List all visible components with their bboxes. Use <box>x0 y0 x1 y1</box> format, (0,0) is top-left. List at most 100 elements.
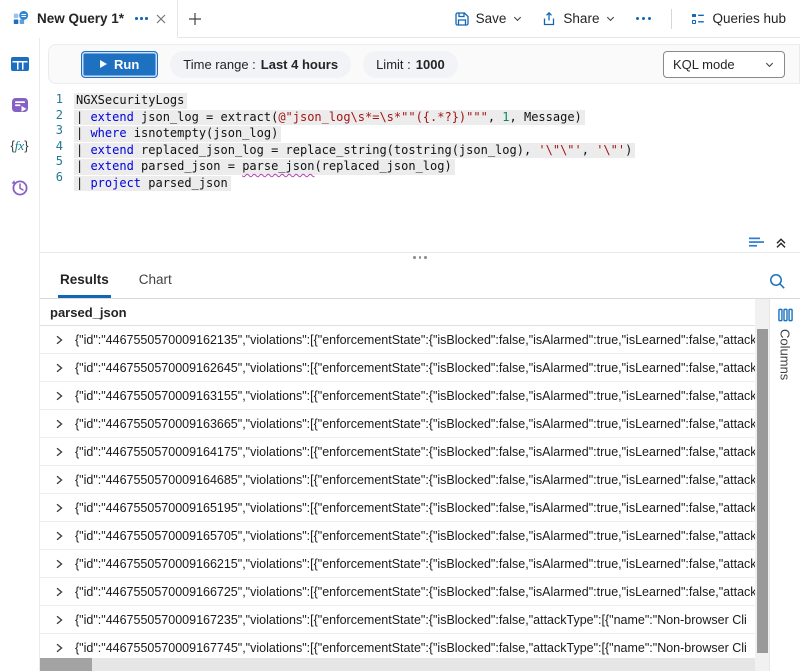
expand-row-icon[interactable] <box>54 587 64 597</box>
row-json-text: {"id":"4467550570009166215","violations"… <box>75 557 755 571</box>
tab-more-options-icon[interactable] <box>135 17 148 20</box>
code-line[interactable]: | where isnotempty(json_log) <box>74 125 800 142</box>
query-mode-select[interactable]: KQL mode <box>663 51 785 78</box>
table-row[interactable]: {"id":"4467550570009167745","violations"… <box>40 634 755 658</box>
limit-label: Limit : <box>376 57 411 72</box>
expand-row-icon[interactable] <box>54 615 64 625</box>
panel-resize-handle[interactable] <box>40 252 800 264</box>
run-button[interactable]: Run <box>81 51 158 78</box>
row-json-text: {"id":"4467550570009167235","violations"… <box>75 613 747 627</box>
time-range-value: Last 4 hours <box>261 57 338 72</box>
search-button[interactable] <box>754 264 800 298</box>
tab-results[interactable]: Results <box>58 264 111 298</box>
horizontal-scrollbar-thumb[interactable] <box>40 658 92 671</box>
table-row[interactable]: {"id":"4467550570009163665","violations"… <box>40 410 755 438</box>
table-row[interactable]: {"id":"4467550570009164175","violations"… <box>40 438 755 466</box>
vertical-scrollbar[interactable] <box>755 299 769 671</box>
table-row[interactable]: {"id":"4467550570009164685","violations"… <box>40 466 755 494</box>
code-line[interactable]: | extend parsed_json = parse_json(replac… <box>74 158 800 175</box>
share-icon <box>541 11 557 27</box>
tables-grid-icon[interactable] <box>8 52 32 76</box>
expand-row-icon[interactable] <box>54 447 64 457</box>
table-row[interactable]: {"id":"4467550570009165705","violations"… <box>40 522 755 550</box>
search-icon <box>768 272 786 290</box>
chevron-down-icon <box>764 59 775 70</box>
code-line[interactable]: | extend replaced_json_log = replace_str… <box>74 142 800 159</box>
expand-row-icon[interactable] <box>54 391 64 401</box>
limit-value: 1000 <box>416 57 445 72</box>
share-label: Share <box>563 11 599 26</box>
columns-side-panel: Columns <box>769 299 800 671</box>
query-mode-value: KQL mode <box>673 57 735 72</box>
expand-row-icon[interactable] <box>54 363 64 373</box>
row-json-text: {"id":"4467550570009166725","violations"… <box>75 585 755 599</box>
code-lines[interactable]: NGXSecurityLogs| extend json_log = extra… <box>72 92 800 234</box>
line-number: 1 <box>40 92 63 108</box>
plus-icon <box>188 12 202 26</box>
time-range-pill[interactable]: Time range : Last 4 hours <box>170 51 351 78</box>
share-button[interactable]: Share <box>541 11 616 27</box>
vertical-scrollbar-thumb[interactable] <box>757 329 768 653</box>
save-icon <box>454 11 470 27</box>
left-icon-rail: {fx} <box>0 38 40 671</box>
results-toolbar-spacer <box>200 264 754 298</box>
expand-row-icon[interactable] <box>54 503 64 513</box>
kusto-query-icon <box>12 10 30 28</box>
history-clock-icon[interactable] <box>8 175 32 199</box>
top-actions: Save Share Queries hub <box>454 0 800 37</box>
new-tab-button[interactable] <box>178 0 212 37</box>
columns-panel-label[interactable]: Columns <box>778 329 793 380</box>
table-row[interactable]: {"id":"4467550570009165195","violations"… <box>40 494 755 522</box>
queries-hub-icon <box>690 11 706 27</box>
time-range-label: Time range : <box>183 57 256 72</box>
column-header-parsed-json[interactable]: parsed_json <box>40 299 755 326</box>
expand-row-icon[interactable] <box>54 335 64 345</box>
collapse-editor-icon[interactable] <box>774 236 788 250</box>
expand-row-icon[interactable] <box>54 419 64 429</box>
line-number: 6 <box>40 170 63 186</box>
table-row[interactable]: {"id":"4467550570009167235","violations"… <box>40 606 755 634</box>
table-row[interactable]: {"id":"4467550570009163155","violations"… <box>40 382 755 410</box>
log-view-icon[interactable] <box>748 236 765 250</box>
columns-icon[interactable] <box>778 308 793 322</box>
play-icon <box>100 60 107 68</box>
tab-bar: New Query 1* Save <box>0 0 800 38</box>
expand-row-icon[interactable] <box>54 531 64 541</box>
functions-fx-icon[interactable]: {fx} <box>8 134 32 158</box>
expand-row-icon[interactable] <box>54 475 64 485</box>
limit-pill[interactable]: Limit : 1000 <box>363 51 458 78</box>
line-number: 4 <box>40 139 63 155</box>
query-document-icon[interactable] <box>8 93 32 117</box>
expand-row-icon[interactable] <box>54 643 64 653</box>
query-editor[interactable]: 123456 NGXSecurityLogs| extend json_log … <box>40 84 800 234</box>
row-json-text: {"id":"4467550570009167745","violations"… <box>75 641 747 655</box>
kusto-web-explorer: New Query 1* Save <box>0 0 800 671</box>
actions-divider <box>671 9 672 29</box>
table-row[interactable]: {"id":"4467550570009166725","violations"… <box>40 578 755 606</box>
tab-chart[interactable]: Chart <box>137 264 174 298</box>
more-options-icon[interactable] <box>634 17 653 20</box>
row-json-text: {"id":"4467550570009165705","violations"… <box>75 529 755 543</box>
results-panel: Results Chart parsed_json {"id":"4467550… <box>40 264 800 671</box>
tab-close-icon[interactable] <box>155 13 167 25</box>
row-json-text: {"id":"4467550570009164175","violations"… <box>75 445 755 459</box>
queries-hub-label: Queries hub <box>712 11 786 26</box>
row-json-text: {"id":"4467550570009165195","violations"… <box>75 501 755 515</box>
code-line[interactable]: | project parsed_json <box>74 175 800 192</box>
save-button[interactable]: Save <box>454 11 524 27</box>
code-line[interactable]: | extend json_log = extract(@"json_log\s… <box>74 109 800 126</box>
queries-hub-button[interactable]: Queries hub <box>690 11 786 27</box>
row-json-text: {"id":"4467550570009162135","violations"… <box>75 333 755 347</box>
table-row[interactable]: {"id":"4467550570009166215","violations"… <box>40 550 755 578</box>
table-row[interactable]: {"id":"4467550570009162135","violations"… <box>40 326 755 354</box>
results-grid: parsed_json {"id":"4467550570009162135",… <box>40 299 755 671</box>
horizontal-scrollbar[interactable] <box>40 658 755 671</box>
query-tab[interactable]: New Query 1* <box>0 0 178 38</box>
expand-row-icon[interactable] <box>54 559 64 569</box>
table-row[interactable]: {"id":"4467550570009162645","violations"… <box>40 354 755 382</box>
tab-title: New Query 1* <box>37 11 124 26</box>
main-area: {fx} Run Time range : Last 4 hours Limit… <box>0 38 800 671</box>
chevron-down-icon <box>605 13 616 24</box>
results-body: parsed_json {"id":"4467550570009162135",… <box>40 298 800 671</box>
code-line[interactable]: NGXSecurityLogs <box>74 92 800 109</box>
